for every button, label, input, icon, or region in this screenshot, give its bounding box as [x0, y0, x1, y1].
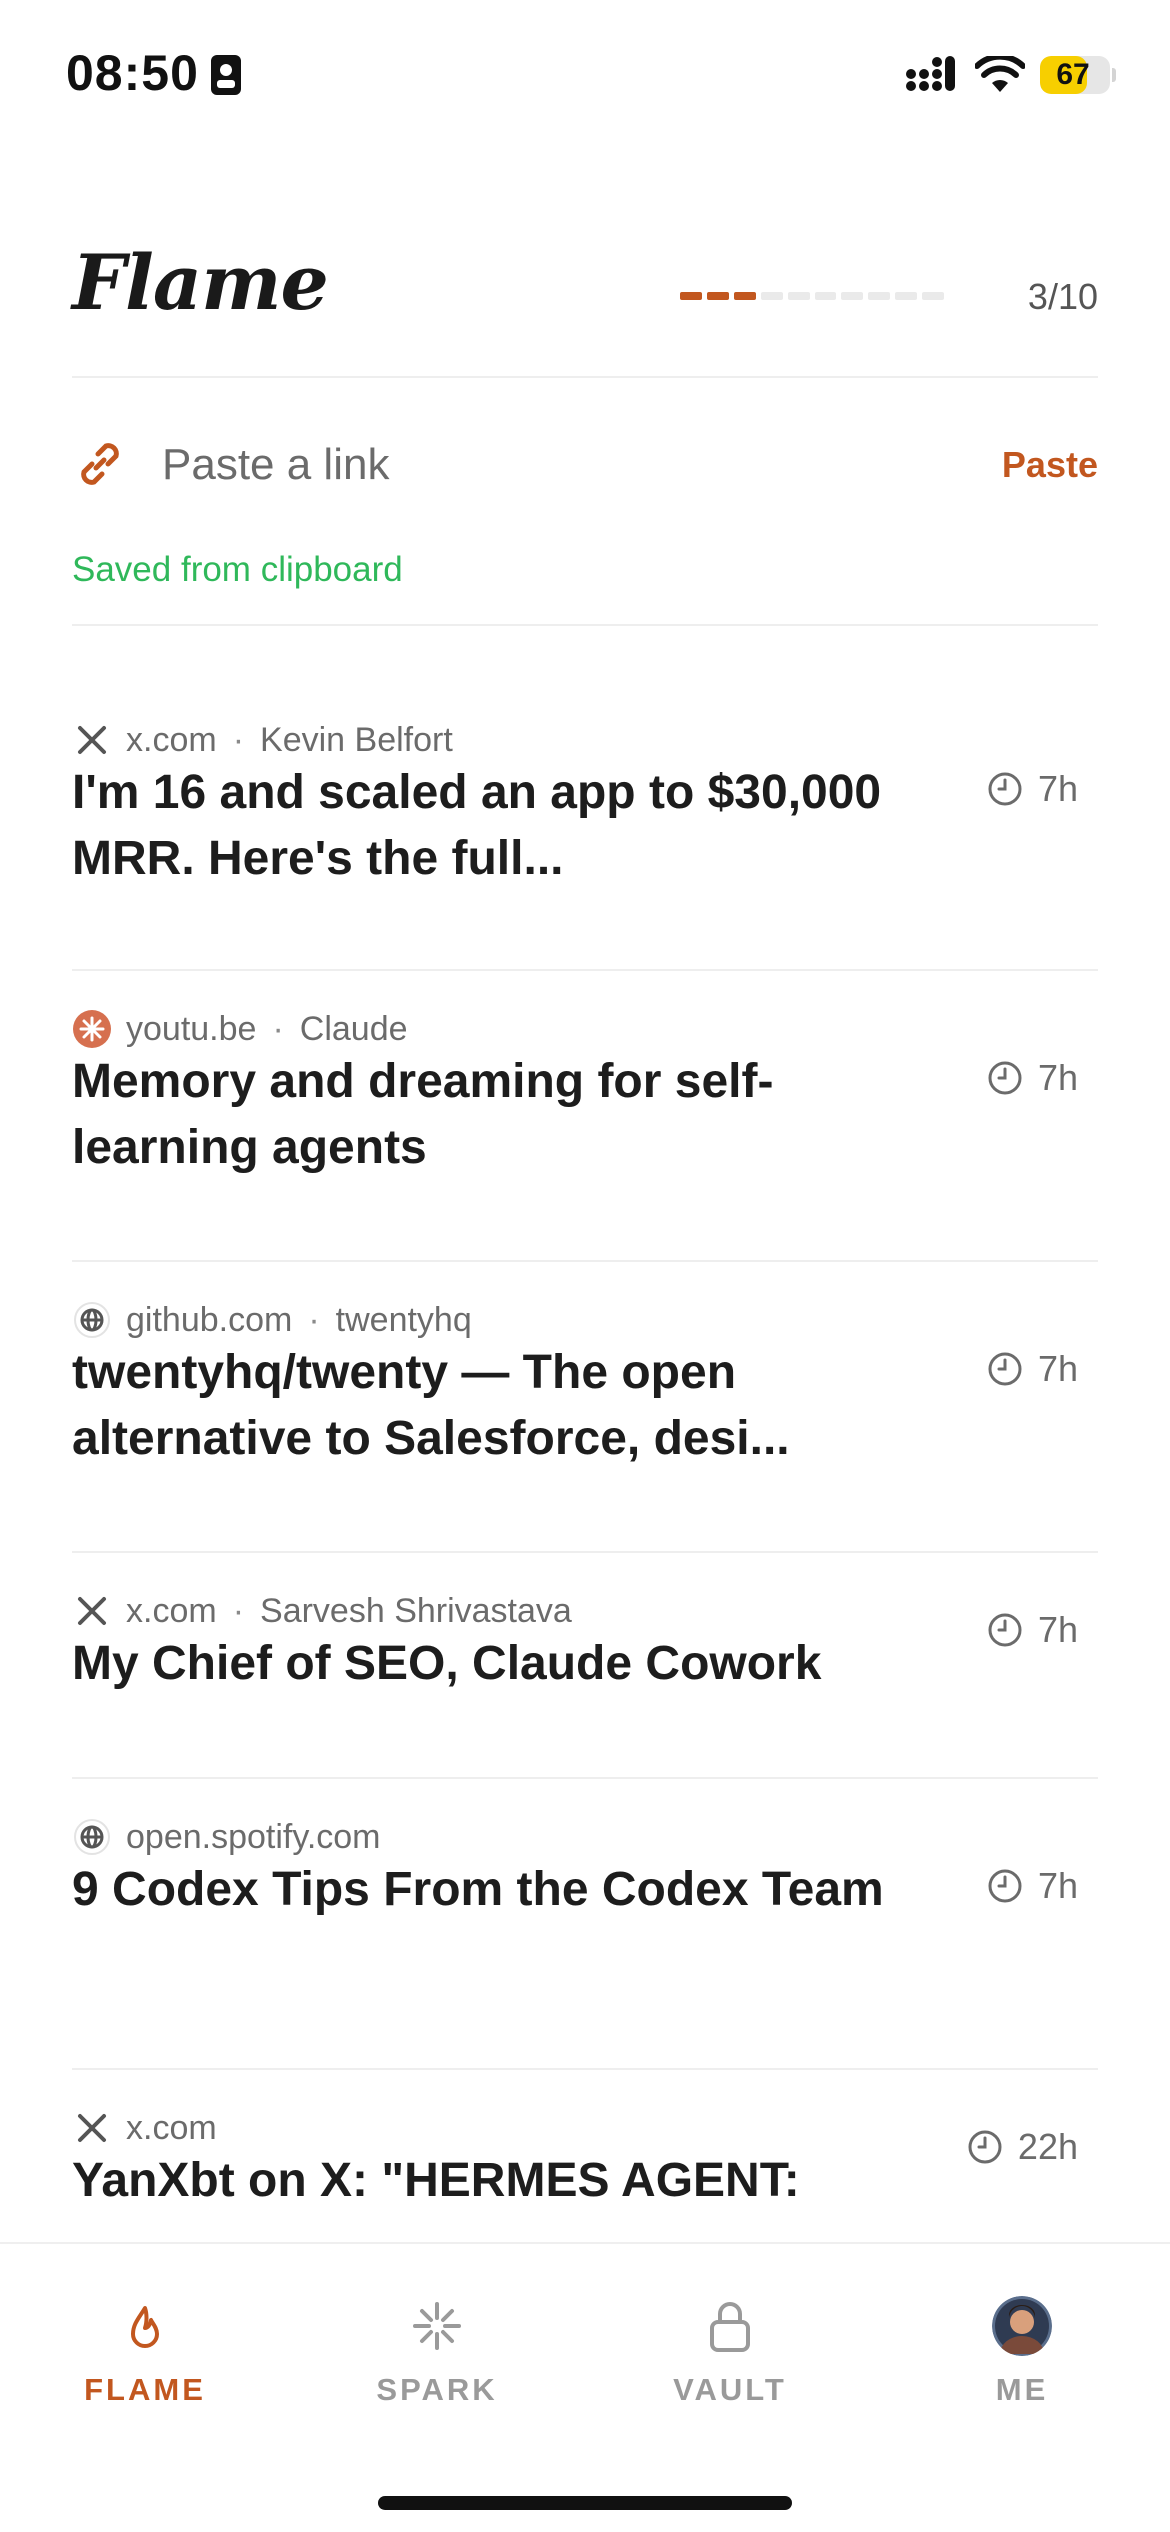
paste-divider: [72, 624, 1098, 626]
tab-me-label: ME: [995, 2372, 1049, 2407]
item-author: Claude: [299, 1009, 408, 1048]
item-age: 7h: [986, 1348, 1078, 1390]
battery-indicator: 67: [1040, 56, 1116, 94]
page-title: Flame: [72, 238, 329, 327]
clock-icon: [986, 770, 1024, 808]
feed-list: x.com · Kevin Belfort I'm 16 and scaled an …: [72, 680, 1098, 2230]
tab-flame[interactable]: FLAME: [35, 2296, 255, 2408]
clock-icon: [986, 1350, 1024, 1388]
feed-item[interactable]: x.com · Sarvesh Shrivastava My Chief of SEO…: [72, 1553, 1098, 1779]
cellular-signal-icon: [906, 56, 955, 91]
progress-dash: [895, 292, 918, 300]
tab-me[interactable]: ME: [912, 2296, 1132, 2408]
item-age: 7h: [986, 1865, 1078, 1907]
item-domain: youtu.be: [126, 1009, 257, 1048]
avatar: [992, 2296, 1052, 2356]
progress-dash: [922, 292, 945, 300]
item-age-text: 7h: [1037, 1348, 1078, 1389]
progress-dash: [868, 292, 891, 300]
tab-spark[interactable]: SPARK: [327, 2296, 547, 2408]
tab-spark-label: SPARK: [376, 2372, 498, 2407]
x-logo-icon: [72, 2108, 112, 2148]
item-meta: x.com · Sarvesh Shrivastava: [72, 1591, 572, 1631]
meta-separator: ·: [308, 1300, 320, 1339]
progress-count: 3/10: [1027, 276, 1098, 317]
item-domain: x.com: [126, 1591, 217, 1630]
item-author: Kevin Belfort: [260, 720, 453, 759]
x-logo-icon: [72, 1591, 112, 1631]
link-icon: [81, 443, 119, 485]
paste-link-row[interactable]: Paste a link Paste: [72, 428, 1098, 498]
item-title[interactable]: My Chief of SEO, Claude Cowork: [72, 1631, 932, 1697]
progress-dash: [733, 292, 756, 300]
item-title[interactable]: 9 Codex Tips From the Codex Team: [72, 1857, 932, 1923]
flame-icon: [131, 2306, 159, 2348]
progress-dashes: [680, 292, 945, 302]
item-age-text: 7h: [1037, 1609, 1078, 1650]
tab-vault-label: VAULT: [673, 2372, 787, 2407]
item-age: 7h: [986, 1609, 1078, 1651]
clock-icon: [986, 1611, 1024, 1649]
feed-item[interactable]: github.com · twentyhq twentyhq/twenty — The…: [72, 1262, 1098, 1553]
progress-dash: [787, 292, 810, 300]
item-age-text: 22h: [1017, 2126, 1078, 2167]
header: Flame 3/10: [72, 230, 1098, 370]
item-age-text: 7h: [1037, 768, 1078, 809]
feed-item[interactable]: youtu.be · Claude Memory and dreaming for s…: [72, 971, 1098, 1262]
item-domain: github.com: [126, 1300, 293, 1339]
item-author: Sarvesh Shrivastava: [260, 1591, 572, 1630]
saved-status: Saved from clipboard: [72, 550, 403, 589]
item-meta: github.com · twentyhq: [72, 1300, 472, 1340]
status-bar: 08:50 67: [0, 0, 1170, 150]
progress-dash: [814, 292, 837, 300]
meta-separator: ·: [232, 1591, 245, 1630]
feed-item[interactable]: x.com · Kevin Belfort I'm 16 and scaled an …: [72, 680, 1098, 971]
progress-dash: [680, 292, 702, 300]
tab-vault[interactable]: VAULT: [620, 2296, 840, 2408]
item-meta: x.com: [72, 2108, 217, 2148]
item-meta: youtu.be · Claude: [72, 1009, 408, 1049]
id-card-icon: [211, 55, 241, 95]
meta-separator: ·: [272, 1009, 284, 1048]
tab-flame-label: FLAME: [84, 2372, 206, 2407]
paste-button[interactable]: Paste: [1002, 444, 1098, 486]
item-age: 7h: [986, 768, 1078, 810]
item-domain: x.com: [126, 720, 217, 759]
item-meta: open.spotify.com: [72, 1817, 381, 1857]
item-title[interactable]: twentyhq/twenty — The open alternative t…: [72, 1340, 932, 1472]
item-age-text: 7h: [1037, 1057, 1078, 1098]
header-divider: [72, 376, 1098, 378]
progress-dash: [706, 292, 729, 300]
item-domain: x.com: [126, 2108, 217, 2147]
item-domain: open.spotify.com: [126, 1817, 381, 1856]
item-age: 7h: [986, 1057, 1078, 1099]
clock-icon: [966, 2128, 1004, 2166]
spark-icon: [413, 2302, 461, 2350]
claude-logo-icon: [72, 1009, 112, 1049]
item-title[interactable]: Memory and dreaming for self-learning ag…: [72, 1049, 932, 1181]
meta-separator: ·: [232, 720, 245, 759]
status-time: 08:50: [66, 45, 199, 101]
wifi-icon: [975, 56, 1025, 92]
globe-icon: [72, 1300, 112, 1340]
progress-dash: [841, 292, 864, 300]
clock-icon: [986, 1059, 1024, 1097]
globe-icon: [72, 1817, 112, 1857]
item-author: twentyhq: [335, 1300, 472, 1339]
item-meta: x.com · Kevin Belfort: [72, 720, 453, 760]
battery-percent: 67: [1056, 58, 1090, 91]
item-title[interactable]: I'm 16 and scaled an app to $30,000 MRR.…: [72, 760, 932, 892]
tab-bar: FLAME SPARK VAULT ME: [0, 2242, 1170, 2532]
item-title[interactable]: YanXbt on X: "HERMES AGENT:: [72, 2148, 932, 2214]
clock-icon: [986, 1867, 1024, 1905]
progress-dash: [760, 292, 783, 300]
paste-link-input[interactable]: Paste a link: [162, 440, 389, 490]
x-logo-icon: [72, 720, 112, 760]
item-age-text: 7h: [1037, 1865, 1078, 1906]
lock-icon: [710, 2302, 750, 2352]
feed-item[interactable]: x.com YanXbt on X: "HERMES AGENT: 22h: [72, 2070, 1098, 2230]
item-age: 22h: [966, 2126, 1078, 2168]
home-indicator: [378, 2496, 792, 2510]
feed-item[interactable]: open.spotify.com 9 Codex Tips From the Co…: [72, 1779, 1098, 2070]
